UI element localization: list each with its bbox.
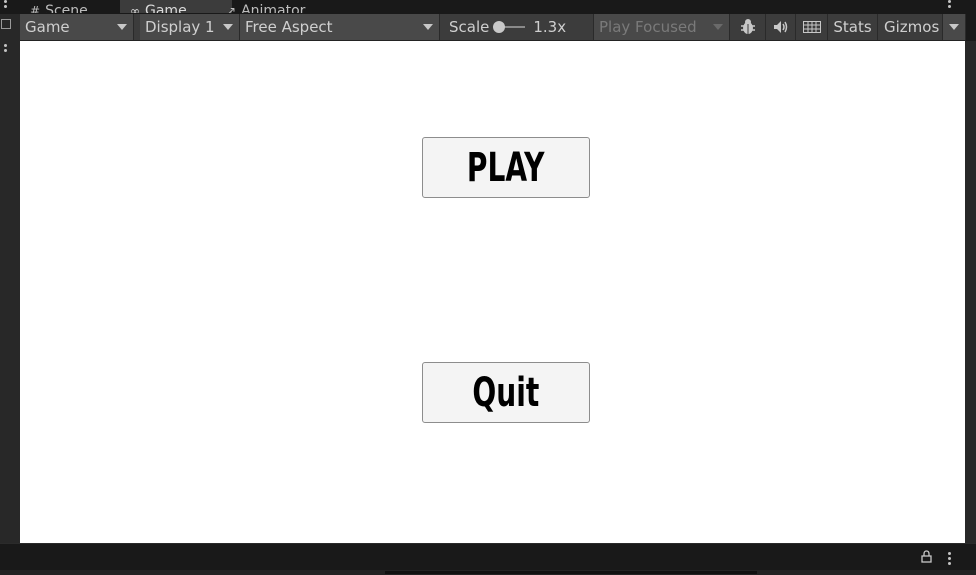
tab-bar-menu-icon[interactable] (3, 0, 7, 8)
lock-icon[interactable] (921, 550, 932, 563)
maximize-icon[interactable] (1, 19, 11, 29)
left-side-strip (0, 14, 20, 544)
speaker-icon (773, 21, 787, 33)
shortcuts-button[interactable] (796, 14, 828, 40)
right-side-strip (965, 41, 976, 543)
scrollbar-track[interactable] (385, 571, 757, 574)
chevron-down-icon (223, 24, 233, 30)
chevron-down-icon (713, 24, 723, 30)
tab-animator[interactable]: ↗ Animator (216, 0, 346, 13)
aspect-value: Free Aspect (245, 18, 333, 36)
game-view-viewport: PLAY Quit (20, 41, 965, 543)
gizmos-dropdown[interactable] (942, 14, 966, 40)
quit-button-label: Quit (472, 369, 540, 416)
stats-button[interactable]: Stats (828, 14, 878, 40)
gamepad-icon: ∞ (130, 4, 140, 14)
display-dropdown[interactable]: Display 1 (140, 14, 240, 40)
tab-game-label: Game (145, 3, 187, 13)
tab-scene-label: Scene (45, 3, 88, 13)
debug-bug-button[interactable] (730, 14, 766, 40)
mute-audio-button[interactable] (766, 14, 796, 40)
play-mode-value: Play Focused (599, 18, 697, 36)
chevron-down-icon (423, 24, 433, 30)
game-view-toolbar: Game Display 1 Free Aspect Scale 1.3x Pl… (20, 14, 966, 41)
stats-label: Stats (833, 18, 872, 36)
status-menu-icon[interactable] (947, 552, 951, 565)
play-mode-dropdown[interactable]: Play Focused (594, 14, 730, 40)
play-button-label: PLAY (467, 144, 545, 191)
gizmos-label: Gizmos (884, 18, 940, 36)
aspect-dropdown[interactable]: Free Aspect (240, 14, 440, 40)
scale-label: Scale (449, 18, 490, 36)
scene-grid-icon: # (30, 4, 41, 14)
tab-animator-label: Animator (241, 3, 306, 13)
play-button[interactable]: PLAY (422, 137, 590, 198)
view-mode-value: Game (25, 18, 70, 36)
quit-button[interactable]: Quit (422, 362, 590, 423)
scale-slider-knob[interactable] (493, 21, 506, 33)
editor-tab-bar: # Scene ∞ Game ↗ Animator (0, 0, 976, 13)
scale-control: Scale 1.3x (440, 14, 594, 40)
bug-icon (740, 19, 755, 34)
scale-value: 1.3x (533, 18, 567, 36)
keyboard-icon (802, 21, 821, 33)
animator-icon: ↗ (226, 4, 237, 14)
scale-slider[interactable] (493, 21, 526, 33)
gizmos-button[interactable]: Gizmos (878, 14, 942, 40)
bottom-strip (0, 570, 976, 575)
chevron-down-icon (949, 24, 959, 30)
view-mode-dropdown[interactable]: Game (20, 14, 134, 40)
status-bar (0, 543, 976, 571)
chevron-down-icon (117, 24, 127, 30)
side-menu-icon[interactable] (3, 44, 7, 52)
window-menu-icon[interactable] (947, 0, 951, 8)
display-value: Display 1 (145, 18, 215, 36)
